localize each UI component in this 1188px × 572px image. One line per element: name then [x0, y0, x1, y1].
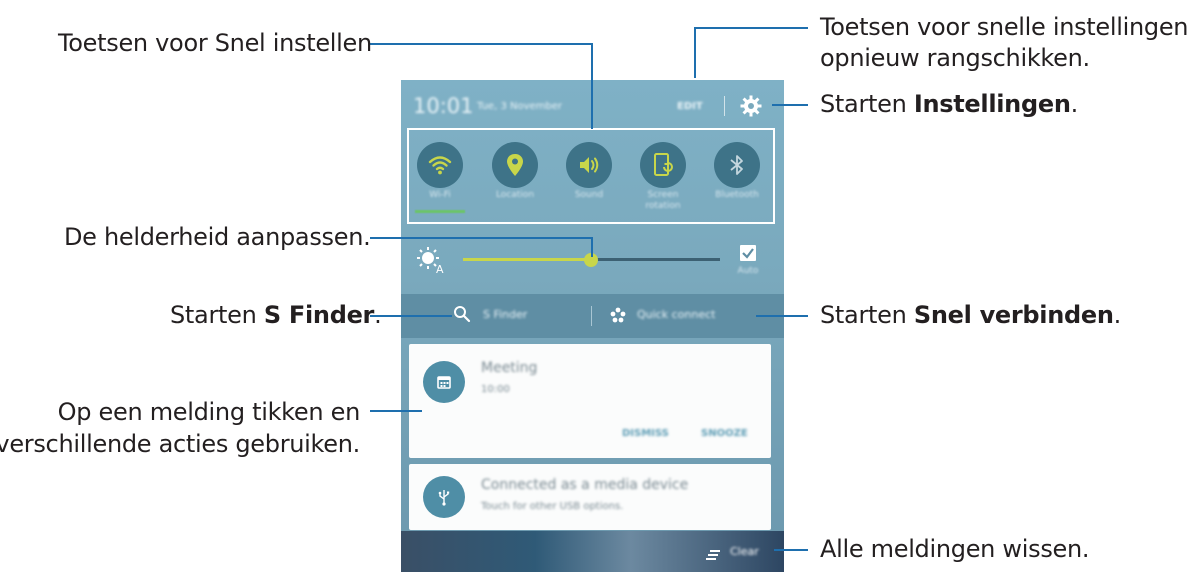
notification-icon	[423, 361, 465, 403]
label-rearrange-line2: opnieuw rangschikken.	[820, 44, 1090, 72]
calendar-icon	[437, 376, 451, 389]
auto-label: Auto	[737, 266, 759, 276]
label-s-finder: Starten S Finder.	[170, 299, 382, 331]
dismiss-button[interactable]: DISMISS	[622, 428, 669, 439]
callout-line-quick-settings	[370, 43, 592, 45]
callout-line-rearrange	[694, 27, 696, 78]
quick-setting-label: Location	[495, 190, 535, 200]
screen-rotation-icon	[654, 153, 673, 176]
notification-panel: 10:01 Tue, 3 November EDIT Wi-Fi Locatio…	[401, 80, 784, 572]
label-settings-bold: Instellingen	[913, 90, 1071, 118]
callout-line-settings	[772, 104, 808, 106]
status-time: 10:01	[413, 94, 474, 118]
quick-setting-location[interactable]	[492, 142, 538, 188]
quick-setting-label: Screen rotation	[645, 190, 681, 211]
label-notification-line2: verschillende acties gebruiken.	[0, 430, 360, 458]
label-quick-connect-prefix: Starten	[820, 301, 914, 329]
s-finder-button[interactable]: S Finder	[483, 308, 527, 321]
callout-line-rearrange	[694, 27, 808, 29]
label-settings: Starten Instellingen.	[820, 88, 1078, 120]
svg-text:A: A	[436, 263, 444, 274]
label-settings-suffix: .	[1070, 90, 1079, 118]
callout-line-s-finder	[370, 315, 452, 317]
status-date: Tue, 3 November	[477, 101, 562, 112]
notification-title: Meeting	[481, 360, 538, 376]
quick-connect-icon[interactable]	[610, 307, 626, 323]
quick-setting-label: Bluetooth	[715, 190, 759, 200]
bar-divider	[591, 306, 592, 326]
callout-line-brightness	[591, 237, 593, 257]
callout-line-clear-all	[774, 549, 808, 551]
callout-line-quick-connect	[756, 315, 808, 317]
search-icon[interactable]	[453, 305, 471, 323]
notification-icon	[423, 476, 465, 518]
clear-all-icon[interactable]	[706, 546, 720, 560]
label-clear-all: Alle meldingen wissen.	[820, 535, 1090, 563]
quick-setting-bluetooth[interactable]	[714, 142, 760, 188]
label-s-finder-prefix: Starten	[170, 301, 264, 329]
callout-line-brightness	[370, 237, 592, 239]
check-icon	[742, 248, 754, 259]
label-rearrange-line1: Toetsen voor snelle instellingen	[820, 13, 1188, 41]
sound-icon	[580, 157, 599, 173]
wifi-active-indicator	[415, 210, 465, 213]
wifi-icon	[428, 156, 452, 175]
quick-setting-label: Wi-Fi	[429, 190, 451, 200]
label-settings-prefix: Starten	[820, 90, 914, 118]
label-s-finder-bold: S Finder	[263, 301, 375, 329]
settings-gear-icon[interactable]	[739, 94, 763, 118]
label-quick-connect: Starten Snel verbinden.	[820, 299, 1121, 331]
label-brightness: De helderheid aanpassen.	[64, 223, 371, 251]
label-notification-line1: Op een melding tikken en	[57, 398, 361, 426]
quick-setting-screen-rotation[interactable]	[640, 142, 686, 188]
location-icon	[507, 154, 523, 176]
usb-icon	[438, 490, 450, 506]
edit-button[interactable]: EDIT	[677, 101, 703, 112]
notification-card[interactable]: Meeting 10:00 DISMISS SNOOZE	[409, 344, 771, 458]
callout-line-notification	[370, 410, 422, 412]
quick-setting-label: Sound	[574, 190, 604, 200]
notification-card[interactable]: Connected as a media device Touch for ot…	[409, 464, 771, 530]
label-s-finder-suffix: .	[374, 301, 382, 329]
label-quick-connect-bold: Snel verbinden	[913, 301, 1114, 329]
auto-checkbox[interactable]	[740, 245, 756, 261]
brightness-slider-fill	[463, 258, 592, 261]
header-divider	[724, 96, 725, 116]
callout-line-quick-settings	[591, 43, 593, 129]
auto-brightness-icon: A	[417, 246, 445, 276]
notification-subtitle: 10:00	[481, 384, 510, 395]
notification-subtitle: Touch for other USB options.	[481, 501, 624, 512]
quick-setting-wifi[interactable]	[417, 142, 463, 188]
clear-all-button[interactable]: Clear	[730, 545, 759, 558]
bluetooth-icon	[730, 155, 743, 175]
notification-title: Connected as a media device	[481, 477, 689, 493]
home-screen-background	[401, 531, 784, 572]
quick-connect-button[interactable]: Quick connect	[637, 308, 715, 321]
snooze-button[interactable]: SNOOZE	[701, 428, 748, 439]
label-quick-connect-suffix: .	[1113, 301, 1122, 329]
label-quick-settings: Toetsen voor Snel instellen	[58, 29, 372, 57]
quick-setting-sound[interactable]	[566, 142, 612, 188]
